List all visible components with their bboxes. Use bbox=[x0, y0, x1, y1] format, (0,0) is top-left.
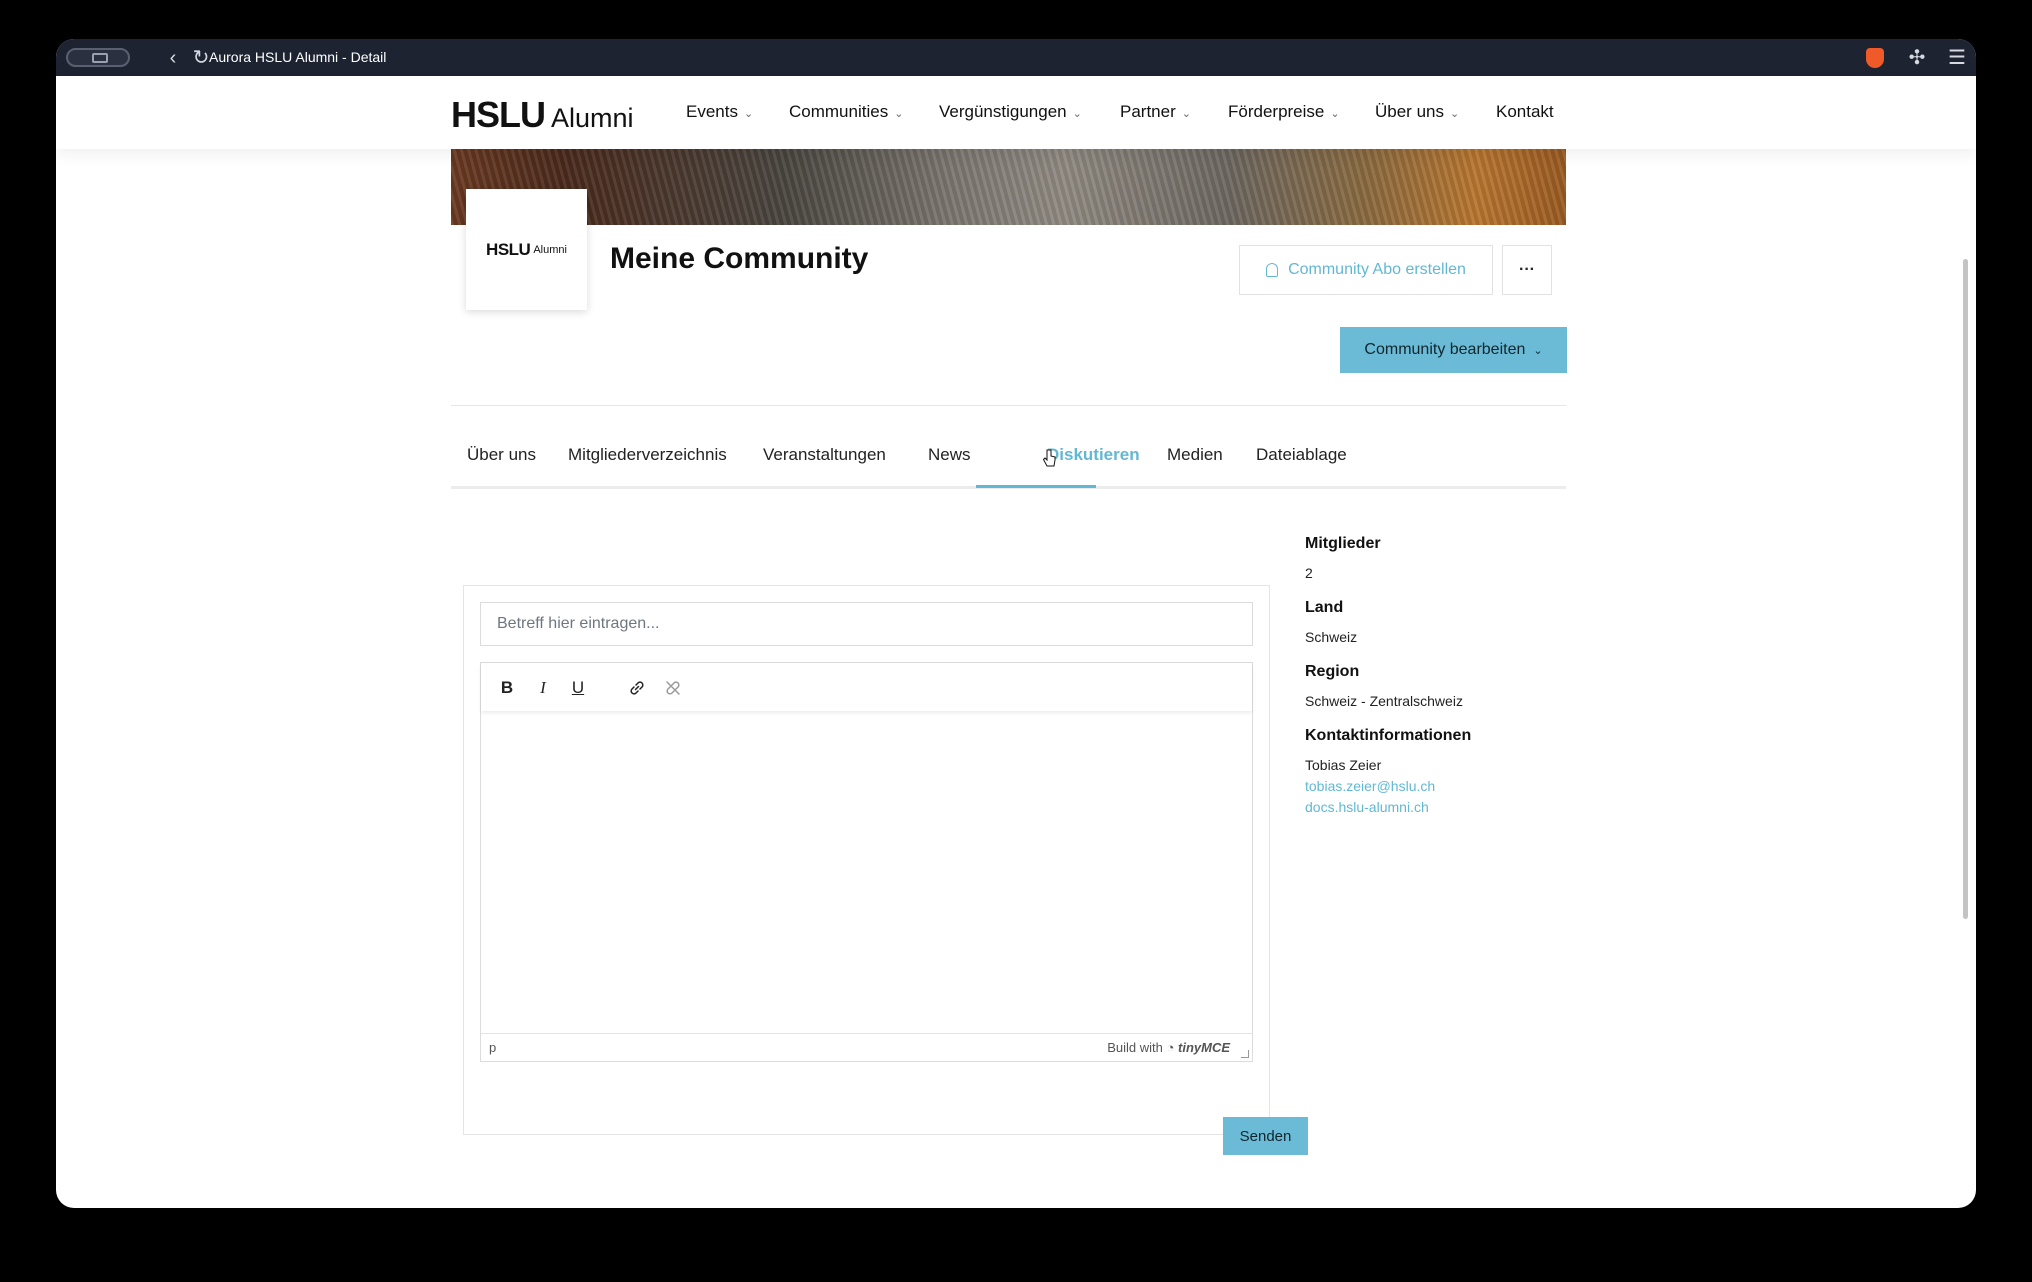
contact-email-link[interactable]: tobias.zeier@hslu.ch bbox=[1305, 778, 1435, 794]
browser-titlebar: ‹ ↻ Aurora HSLU Alumni - Detail ✣ ☰ bbox=[56, 39, 1976, 76]
community-edit-button[interactable]: Community bearbeiten ⌄ bbox=[1340, 327, 1567, 373]
editor-content-area[interactable] bbox=[481, 711, 1252, 1033]
discussion-form: B I U p Build with ◔ tinyMCE bbox=[463, 585, 1270, 1135]
tab-dateiablage[interactable]: Dateiablage bbox=[1256, 445, 1347, 465]
region-label: Region bbox=[1305, 663, 1360, 680]
browser-window: ‹ ↻ Aurora HSLU Alumni - Detail ✣ ☰ HSLU… bbox=[56, 39, 1976, 1208]
nav-item-communities[interactable]: Communities ⌄ bbox=[789, 102, 903, 122]
site-navbar: HSLU Alumni Events ⌄ Communities ⌄ Vergüns… bbox=[56, 76, 1976, 149]
nav-label: Events bbox=[686, 102, 738, 121]
site-logo[interactable]: HSLU Alumni bbox=[451, 94, 634, 136]
community-tabs: Über uns Mitgliederverzeichnis Veranstal… bbox=[451, 439, 1566, 489]
editor-statusbar: p Build with ◔ tinyMCE bbox=[481, 1033, 1252, 1061]
sidebar-icon bbox=[92, 53, 108, 63]
tinymce-logo-icon: ◔ bbox=[1166, 1040, 1175, 1055]
unlink-button[interactable] bbox=[659, 675, 687, 701]
nav-item-verguenstigungen[interactable]: Vergünstigungen ⌄ bbox=[939, 102, 1082, 122]
chevron-down-icon: ⌄ bbox=[743, 108, 754, 120]
community-logo: HSLU Alumni bbox=[466, 189, 587, 310]
page-tab-title: Aurora HSLU Alumni - Detail bbox=[209, 49, 387, 65]
tab-medien[interactable]: Medien bbox=[1167, 445, 1223, 465]
community-banner-image bbox=[451, 149, 1566, 225]
subject-input[interactable] bbox=[480, 602, 1253, 646]
community-edit-label: Community bearbeiten bbox=[1364, 341, 1526, 358]
back-icon[interactable]: ‹ bbox=[162, 47, 184, 69]
branding-prefix: Build with bbox=[1107, 1040, 1163, 1055]
hand-cursor-icon bbox=[1042, 449, 1056, 467]
contact-website-link[interactable]: docs.hslu-alumni.ch bbox=[1305, 799, 1429, 815]
chevron-down-icon: ⌄ bbox=[894, 108, 904, 120]
editor-toolbar: B I U bbox=[481, 663, 1252, 711]
tab-ueber-uns[interactable]: Über uns bbox=[467, 445, 536, 465]
link-icon bbox=[630, 681, 644, 695]
logo-hslu: HSLU bbox=[451, 94, 546, 135]
region-value: Schweiz - Zentralschweiz bbox=[1305, 693, 1463, 709]
nav-item-kontakt[interactable]: Kontakt bbox=[1496, 102, 1554, 122]
underline-button[interactable]: U bbox=[564, 675, 592, 701]
nav-label: Über uns bbox=[1375, 102, 1444, 121]
logo-alumni: Alumni bbox=[551, 103, 634, 133]
sidebar-toggle[interactable] bbox=[66, 48, 130, 67]
italic-button[interactable]: I bbox=[529, 675, 557, 701]
nav-label: Kontakt bbox=[1496, 102, 1554, 121]
contact-name: Tobias Zeier bbox=[1305, 757, 1382, 773]
extensions-icon[interactable]: ✣ bbox=[1906, 47, 1928, 69]
element-path: p bbox=[489, 1040, 497, 1055]
menu-icon[interactable]: ☰ bbox=[1946, 47, 1968, 69]
bell-icon bbox=[1266, 263, 1279, 277]
nav-label: Partner bbox=[1120, 102, 1176, 121]
tab-diskutieren[interactable]: Diskutieren bbox=[1047, 445, 1140, 465]
send-button[interactable]: Senden bbox=[1223, 1117, 1308, 1155]
brave-shield-icon[interactable] bbox=[1866, 48, 1884, 68]
nav-item-foerderpreise[interactable]: Förderpreise ⌄ bbox=[1228, 102, 1340, 122]
link-button[interactable] bbox=[623, 675, 651, 701]
community-logo-hslu: HSLU bbox=[486, 239, 531, 259]
community-abo-button[interactable]: Community Abo erstellen bbox=[1239, 245, 1493, 295]
nav-item-events[interactable]: Events ⌄ bbox=[686, 102, 753, 122]
community-abo-label: Community Abo erstellen bbox=[1288, 261, 1466, 278]
nav-item-partner[interactable]: Partner ⌄ bbox=[1120, 102, 1191, 122]
bold-button[interactable]: B bbox=[493, 675, 521, 701]
members-label: Mitglieder bbox=[1305, 535, 1381, 552]
resize-handle-icon[interactable] bbox=[1241, 1050, 1249, 1058]
chevron-down-icon: ⌄ bbox=[1533, 344, 1543, 357]
nav-item-ueber-uns[interactable]: Über uns ⌄ bbox=[1375, 102, 1459, 122]
chevron-down-icon: ⌄ bbox=[1449, 108, 1460, 120]
header-divider bbox=[451, 405, 1566, 406]
tab-mitgliederverzeichnis[interactable]: Mitgliederverzeichnis bbox=[568, 445, 727, 465]
tinymce-branding[interactable]: Build with ◔ tinyMCE bbox=[1107, 1040, 1230, 1055]
country-label: Land bbox=[1305, 599, 1344, 616]
chevron-down-icon: ⌄ bbox=[1181, 108, 1191, 120]
more-options-button[interactable]: ··· bbox=[1502, 245, 1552, 295]
branding-name: tinyMCE bbox=[1178, 1040, 1230, 1055]
page-scrollbar[interactable] bbox=[1963, 259, 1968, 919]
nav-label: Vergünstigungen bbox=[939, 102, 1067, 121]
members-value: 2 bbox=[1305, 565, 1313, 581]
nav-label: Communities bbox=[789, 102, 889, 121]
country-value: Schweiz bbox=[1305, 629, 1358, 645]
chevron-down-icon: ⌄ bbox=[1072, 108, 1082, 120]
chevron-down-icon: ⌄ bbox=[1330, 108, 1340, 120]
tab-veranstaltungen[interactable]: Veranstaltungen bbox=[763, 445, 886, 465]
rich-text-editor: B I U p Build with ◔ tinyMCE bbox=[480, 662, 1253, 1062]
community-logo-alumni: Alumni bbox=[533, 243, 567, 256]
active-tab-indicator bbox=[976, 485, 1096, 488]
tab-news[interactable]: News bbox=[928, 445, 971, 465]
unlink-icon bbox=[666, 681, 680, 695]
community-title: Meine Community bbox=[610, 242, 869, 275]
nav-label: Förderpreise bbox=[1228, 102, 1325, 121]
contact-label: Kontaktinformationen bbox=[1305, 727, 1472, 744]
